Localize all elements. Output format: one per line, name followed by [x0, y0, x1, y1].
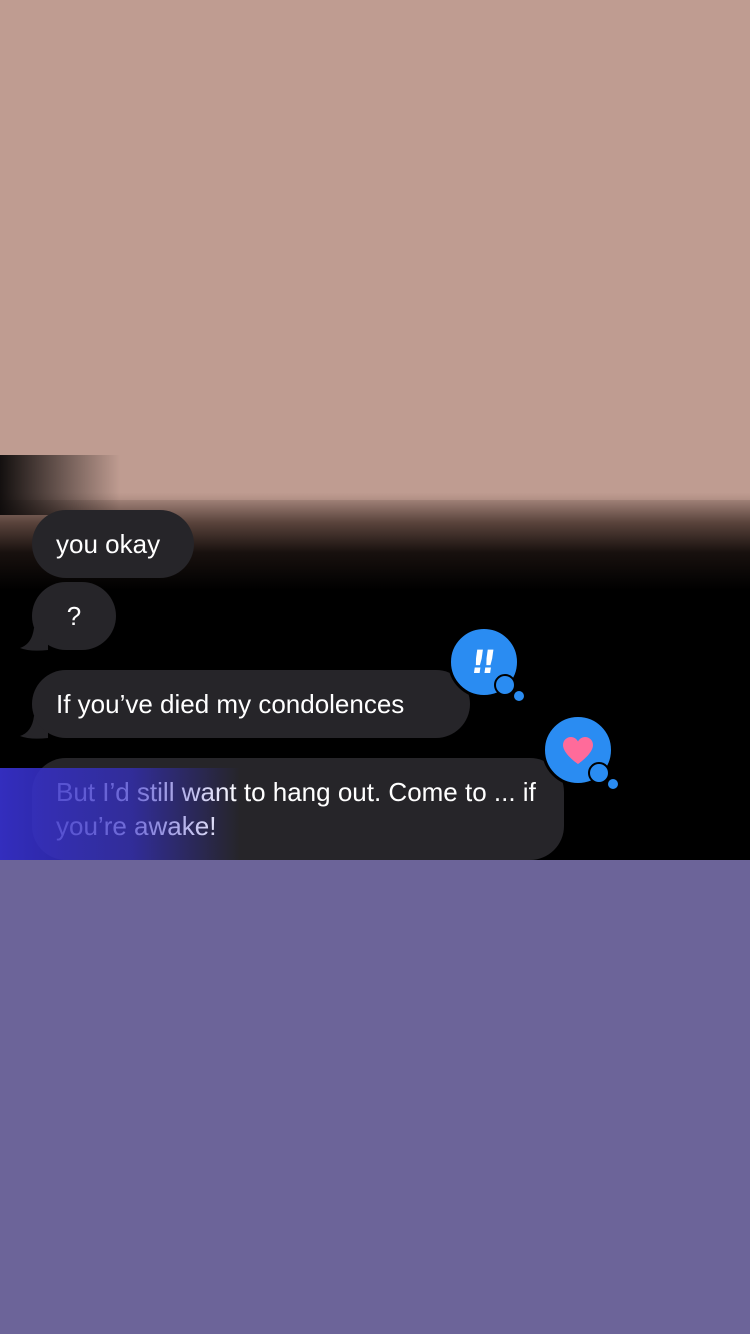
blurred-bottom-area — [0, 860, 750, 1334]
exclamation-icon: !! — [468, 643, 496, 681]
message-text: If you’ve died my condolences — [56, 689, 405, 719]
message-bubble[interactable]: you okay — [32, 510, 194, 578]
tapback-dot — [514, 691, 524, 701]
tapback-dot — [494, 674, 516, 696]
blurred-top-area — [0, 0, 750, 500]
message-bubble[interactable]: If you’ve died my condolences — [32, 670, 470, 738]
message-bubble[interactable]: ? — [32, 582, 116, 650]
blurred-shadow — [0, 455, 120, 515]
message-text: you okay — [56, 529, 161, 559]
message-text: ? — [66, 601, 82, 631]
tapback-dot — [588, 762, 610, 784]
tapback-dot — [608, 779, 618, 789]
blur-smear — [0, 768, 240, 860]
heart-icon — [563, 737, 593, 764]
